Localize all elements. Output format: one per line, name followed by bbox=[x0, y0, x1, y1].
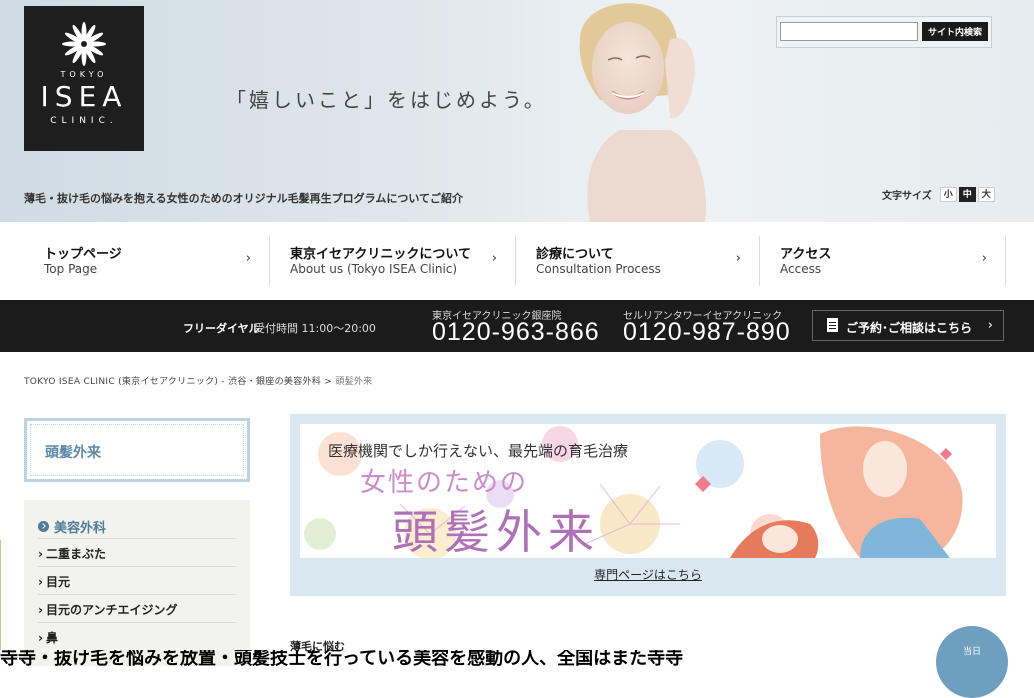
sidebar-item-eyes[interactable]: › 目元 bbox=[38, 566, 236, 594]
model-photo bbox=[579, 3, 706, 222]
phone-number-cerulean[interactable]: 0120-987-890 bbox=[623, 318, 791, 347]
left-edge-line bbox=[0, 540, 3, 650]
chevron-right-icon: › bbox=[491, 251, 497, 266]
breadcrumb-separator: > bbox=[324, 377, 333, 387]
font-size-large-button[interactable]: 大 bbox=[977, 187, 995, 202]
sidebar-category[interactable]: 美容外科 bbox=[38, 517, 106, 536]
logo-isea: ISEA bbox=[40, 80, 128, 113]
font-size-small-button[interactable]: 小 bbox=[939, 187, 957, 202]
nav-item-en: Top Page bbox=[44, 262, 98, 276]
header-subtitle: 薄毛・抜け毛の悩みを抱える女性のためのオリジナル毛髪再生プログラムについてご紹介 bbox=[24, 192, 464, 205]
nav-item-jp: 東京イセアクリニックについて bbox=[290, 247, 471, 262]
sidebar-item-nose[interactable]: › 鼻 bbox=[38, 622, 236, 650]
sidebar-item-eye-antiaging[interactable]: › 目元のアンチエイジング bbox=[38, 594, 236, 622]
sidebar-menu: 美容外科 › 二重まぶた › 目元 › 目元のアンチエイジング › 鼻 bbox=[24, 500, 250, 666]
header-tagline: 「嬉しいこと」をはじめよう。 bbox=[226, 88, 547, 112]
breadcrumb-current: 頭髪外来 bbox=[335, 377, 373, 387]
sidebar-title-box: 頭髪外来 bbox=[24, 418, 250, 482]
nav-item-consultation[interactable]: 診療について Consultation Process › bbox=[516, 236, 760, 286]
reservation-button[interactable]: ご予約･ご相談はこちら › bbox=[812, 310, 1004, 341]
banner-line-1: 医療機関でしか行えない、最先端の育毛治療 bbox=[328, 442, 629, 460]
banner-line-3: 頭髪外来 bbox=[392, 505, 600, 558]
sidebar-title: 頭髪外来 bbox=[45, 445, 101, 461]
phone-bar: フリーダイヤル 受付時間 11:00～20:00 東京イセアクリニック銀座院 0… bbox=[0, 300, 1034, 352]
chevron-right-icon: › bbox=[245, 251, 251, 266]
reception-hours: 受付時間 11:00～20:00 bbox=[254, 322, 376, 335]
sidebar-item-double-eyelid[interactable]: › 二重まぶた bbox=[38, 538, 236, 566]
sidebar-item-label: 目元のアンチエイジング bbox=[45, 603, 178, 617]
nav-item-top-page[interactable]: トップページ Top Page › bbox=[24, 236, 270, 286]
clinic-logo[interactable]: TOKYO ISEA CLINIC. bbox=[24, 6, 144, 151]
free-dial-label: フリーダイヤル bbox=[183, 322, 260, 335]
chevron-right-icon: › bbox=[38, 575, 43, 589]
overlay-text: 寺寺・抜け毛を悩みを放置・頭髪技士を行っている美容を感動の人、全国はまた寺寺 bbox=[0, 650, 684, 666]
nav-item-jp: 診療について bbox=[536, 247, 614, 262]
search-button[interactable]: サイト内検索 bbox=[922, 22, 988, 41]
breadcrumb: TOKYO ISEA CLINIC (東京イセアクリニック) - 渋谷・銀座の美… bbox=[24, 374, 373, 387]
nav-item-en: Consultation Process bbox=[536, 262, 661, 276]
phone-number-ginza[interactable]: 0120-963-866 bbox=[432, 318, 600, 347]
nav-item-about[interactable]: 東京イセアクリニックについて About us (Tokyo ISEA Clin… bbox=[270, 236, 516, 286]
breadcrumb-home-link[interactable]: TOKYO ISEA CLINIC (東京イセアクリニック) - 渋谷・銀座の美… bbox=[24, 377, 321, 387]
sidebar-item-label: 目元 bbox=[45, 575, 70, 589]
flower-logo-icon bbox=[62, 22, 106, 66]
font-size-label: 文字サイズ bbox=[882, 191, 932, 202]
nav-item-access[interactable]: アクセス Access › bbox=[760, 236, 1006, 286]
specialist-page-link[interactable]: 専門ページはこちら bbox=[290, 566, 1006, 583]
nav-item-jp: アクセス bbox=[780, 247, 832, 262]
font-size-medium-button[interactable]: 中 bbox=[958, 187, 976, 202]
sidebar-item-label: 二重まぶた bbox=[45, 547, 106, 561]
logo-tokyo: TOKYO bbox=[60, 70, 108, 79]
circle-arrow-icon bbox=[38, 521, 49, 532]
chevron-right-icon: › bbox=[981, 251, 987, 266]
sidebar-item-label: 鼻 bbox=[45, 631, 58, 645]
chevron-right-icon: › bbox=[987, 318, 993, 333]
chevron-right-icon: › bbox=[38, 603, 43, 617]
font-size-switcher: 文字サイズ 小 中 大 bbox=[882, 187, 995, 202]
search-input[interactable] bbox=[780, 22, 918, 41]
nav-item-jp: トップページ bbox=[44, 247, 122, 262]
reservation-label: ご予約･ご相談はこちら bbox=[846, 321, 973, 335]
hair-clinic-banner[interactable]: 医療機関でしか行えない、最先端の育毛治療 女性のための 頭髪外来 bbox=[300, 424, 996, 558]
sidebar-category-label: 美容外科 bbox=[54, 521, 107, 536]
site-header: TOKYO ISEA CLINIC. 「嬉しいこと」をはじめよう。 薄毛・抜け毛… bbox=[0, 0, 1034, 222]
document-icon bbox=[827, 318, 838, 332]
chevron-right-icon: › bbox=[38, 547, 43, 561]
logo-clinic: CLINIC. bbox=[50, 116, 118, 126]
chevron-right-icon: › bbox=[38, 631, 43, 645]
banner-line-2: 女性のための bbox=[360, 468, 529, 498]
nav-item-en: Access bbox=[780, 262, 822, 276]
chevron-right-icon: › bbox=[735, 251, 741, 266]
main-nav: トップページ Top Page › 東京イセアクリニックについて About u… bbox=[0, 236, 1034, 288]
nav-item-en: About us (Tokyo ISEA Clinic) bbox=[290, 262, 458, 276]
